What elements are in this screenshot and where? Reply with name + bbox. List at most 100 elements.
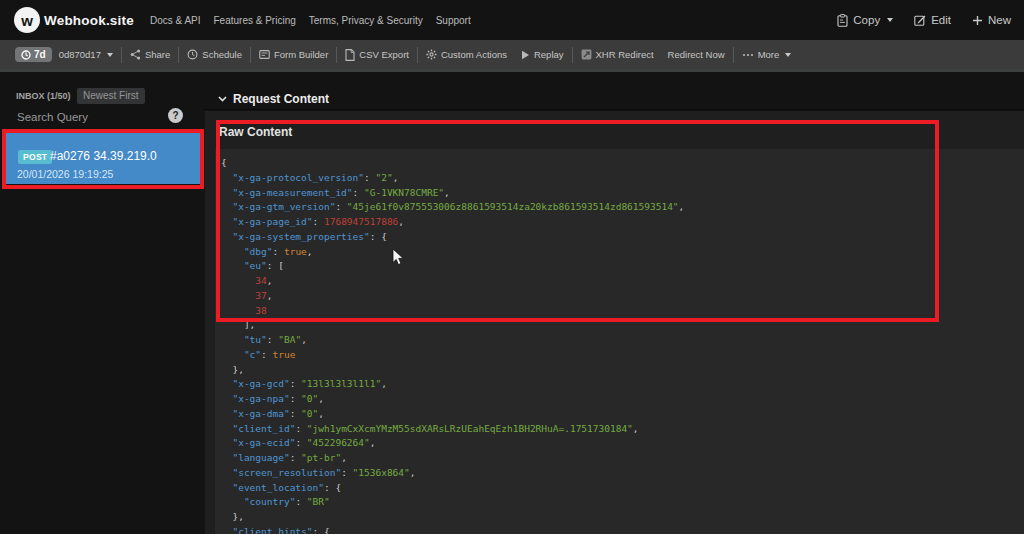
copy-button[interactable]: Copy xyxy=(837,14,893,27)
nav-item-docs-api[interactable]: Docs & API xyxy=(150,11,201,30)
code-line: }, xyxy=(221,363,1024,378)
nav-item-features-pricing[interactable]: Features & Pricing xyxy=(214,11,296,30)
toolbar-schedule-button[interactable]: Schedule xyxy=(180,49,249,60)
brand[interactable]: w Webhook.site xyxy=(14,7,134,33)
top-nav: w Webhook.site Docs & API Features & Pric… xyxy=(0,0,1024,40)
code-line: "client_hints": { xyxy=(221,525,1024,534)
code-line: "x-ga-page_id": 1768947517886, xyxy=(221,215,1024,230)
code-line: { xyxy=(221,156,1024,171)
toolbar-share-button[interactable]: Share xyxy=(123,49,177,60)
toolbar-replay-button[interactable]: Replay xyxy=(514,49,571,60)
toolbar-more-label: More xyxy=(758,49,780,60)
toolbar-separator xyxy=(733,47,734,63)
help-icon[interactable]: ? xyxy=(168,108,183,123)
file-icon xyxy=(345,49,355,61)
request-timestamp: 20/01/2026 19:19:25 xyxy=(17,168,113,180)
toolbar-replay-label: Replay xyxy=(534,49,564,60)
brand-name: Webhook.site xyxy=(44,13,134,28)
code-line: 34, xyxy=(221,274,1024,289)
code-line: "language": "pt-br", xyxy=(221,451,1024,466)
clock2-icon xyxy=(187,49,198,60)
code-line: "x-ga-gtm_version": "45je61f0v875553006z… xyxy=(221,200,1024,215)
toolbar-redirect-now-button[interactable]: Redirect Now xyxy=(661,49,732,60)
nav-menu: Docs & API Features & Pricing Terms, Priva… xyxy=(150,11,471,30)
code-line: "dbg": true, xyxy=(221,245,1024,260)
code-line: "c": true xyxy=(221,348,1024,363)
code-line: "screen_resolution": "1536x864", xyxy=(221,466,1024,481)
toolbar-0d870d17-label: 0d870d17 xyxy=(59,49,101,60)
toolbar-custom-actions-label: Custom Actions xyxy=(441,49,507,60)
caret-down-icon xyxy=(785,53,791,57)
edit-button[interactable]: Edit xyxy=(914,14,951,26)
xhr-icon xyxy=(581,49,592,60)
code-line: "x-ga-ecid": "452296264", xyxy=(221,436,1024,451)
plus-icon xyxy=(972,15,983,26)
code-line: 38 xyxy=(221,304,1024,319)
form-icon xyxy=(259,49,270,60)
toolbar-separator xyxy=(250,47,251,63)
toolbar-xhr-redirect-button[interactable]: XHR Redirect xyxy=(574,49,661,60)
gear-icon xyxy=(426,49,437,60)
toolbar-share-label: Share xyxy=(145,49,170,60)
request-content-title: Request Content xyxy=(233,92,329,106)
toolbar-form-builder-label: Form Builder xyxy=(274,49,328,60)
toolbar-csv-export-button[interactable]: CSV Export xyxy=(338,49,416,61)
inbox-label: INBOX (1/50) xyxy=(16,91,71,101)
share-icon xyxy=(130,49,141,60)
sidebar: INBOX (1/50) Newest First ? POST #a0276 … xyxy=(0,72,204,534)
ellipsis-icon xyxy=(742,53,754,57)
nav-item-support[interactable]: Support xyxy=(436,11,471,30)
raw-content-code[interactable]: { "x-ga-protocol_version": "2", "x-ga-me… xyxy=(215,149,1024,534)
method-badge: POST xyxy=(18,150,52,164)
code-line: "x-ga-system_properties": { xyxy=(221,230,1024,245)
toolbar-csv-export-label: CSV Export xyxy=(359,49,409,60)
chevron-down-icon xyxy=(218,96,227,102)
sort-newest-first-button[interactable]: Newest First xyxy=(77,88,145,104)
url-toolbar: 7d 0d870d17 Share Schedule Form Builder CSV E… xyxy=(0,40,1024,69)
toolbar-7d-badge[interactable]: 7d xyxy=(15,47,52,62)
code-line: "x-ga-gcd": "13l3l3l3l1l1", xyxy=(221,377,1024,392)
clock-icon xyxy=(21,50,31,60)
toolbar-redirect-now-label: Redirect Now xyxy=(668,49,725,60)
toolbar-separator xyxy=(572,47,573,63)
raw-content-title: Raw Content xyxy=(219,125,292,139)
code-line: ], xyxy=(221,318,1024,333)
caret-down-icon xyxy=(107,53,113,57)
new-label: New xyxy=(988,14,1011,26)
code-line: "x-ga-measurement_id": "G-1VKN78CMRE", xyxy=(221,186,1024,201)
request-list-item[interactable]: POST #a0276 34.39.219.0 20/01/2026 19:19… xyxy=(6,133,200,185)
code-line: 37, xyxy=(221,289,1024,304)
request-content-header[interactable]: Request Content xyxy=(204,89,1024,110)
code-line: "x-ga-npa": "0", xyxy=(221,392,1024,407)
raw-content-card: Raw Content { "x-ga-protocol_version": "… xyxy=(205,111,1024,534)
main-content: Request Content Raw Content { "x-ga-prot… xyxy=(204,72,1024,534)
toolbar-separator xyxy=(417,47,418,63)
toolbar-form-builder-button[interactable]: Form Builder xyxy=(252,49,335,60)
toolbar-0d870d17-button[interactable]: 0d870d17 xyxy=(52,49,120,60)
toolbar-xhr-redirect-label: XHR Redirect xyxy=(596,49,654,60)
copy-label: Copy xyxy=(853,14,880,26)
toolbar-more-button[interactable]: More xyxy=(735,49,799,60)
toolbar-separator xyxy=(121,47,122,63)
code-line: "x-ga-protocol_version": "2", xyxy=(221,171,1024,186)
code-line: }, xyxy=(221,510,1024,525)
caret-down-icon xyxy=(887,18,893,22)
code-line: "country": "BR" xyxy=(221,495,1024,510)
code-line: "client_id": "jwh1ymCxXcmYMzM55sdXARsLRz… xyxy=(221,422,1024,437)
toolbar-separator xyxy=(178,47,179,63)
code-line: "x-ga-dma": "0", xyxy=(221,407,1024,422)
nav-actions: Copy Edit New xyxy=(837,14,1011,27)
clipboard-icon xyxy=(837,14,848,27)
nav-item-terms-privacy-security[interactable]: Terms, Privacy & Security xyxy=(309,11,423,30)
request-title: #a0276 34.39.219.0 xyxy=(50,149,157,163)
new-button[interactable]: New xyxy=(972,14,1011,26)
play-icon xyxy=(521,50,530,60)
toolbar-schedule-label: Schedule xyxy=(202,49,242,60)
webhook-logo-icon: w xyxy=(14,7,40,33)
toolbar-custom-actions-button[interactable]: Custom Actions xyxy=(419,49,514,60)
code-line: "tu": "BA", xyxy=(221,333,1024,348)
toolbar-7d-label: 7d xyxy=(34,49,46,60)
toolbar-separator xyxy=(336,47,337,63)
edit-label: Edit xyxy=(931,14,951,26)
search-input[interactable] xyxy=(16,109,163,130)
